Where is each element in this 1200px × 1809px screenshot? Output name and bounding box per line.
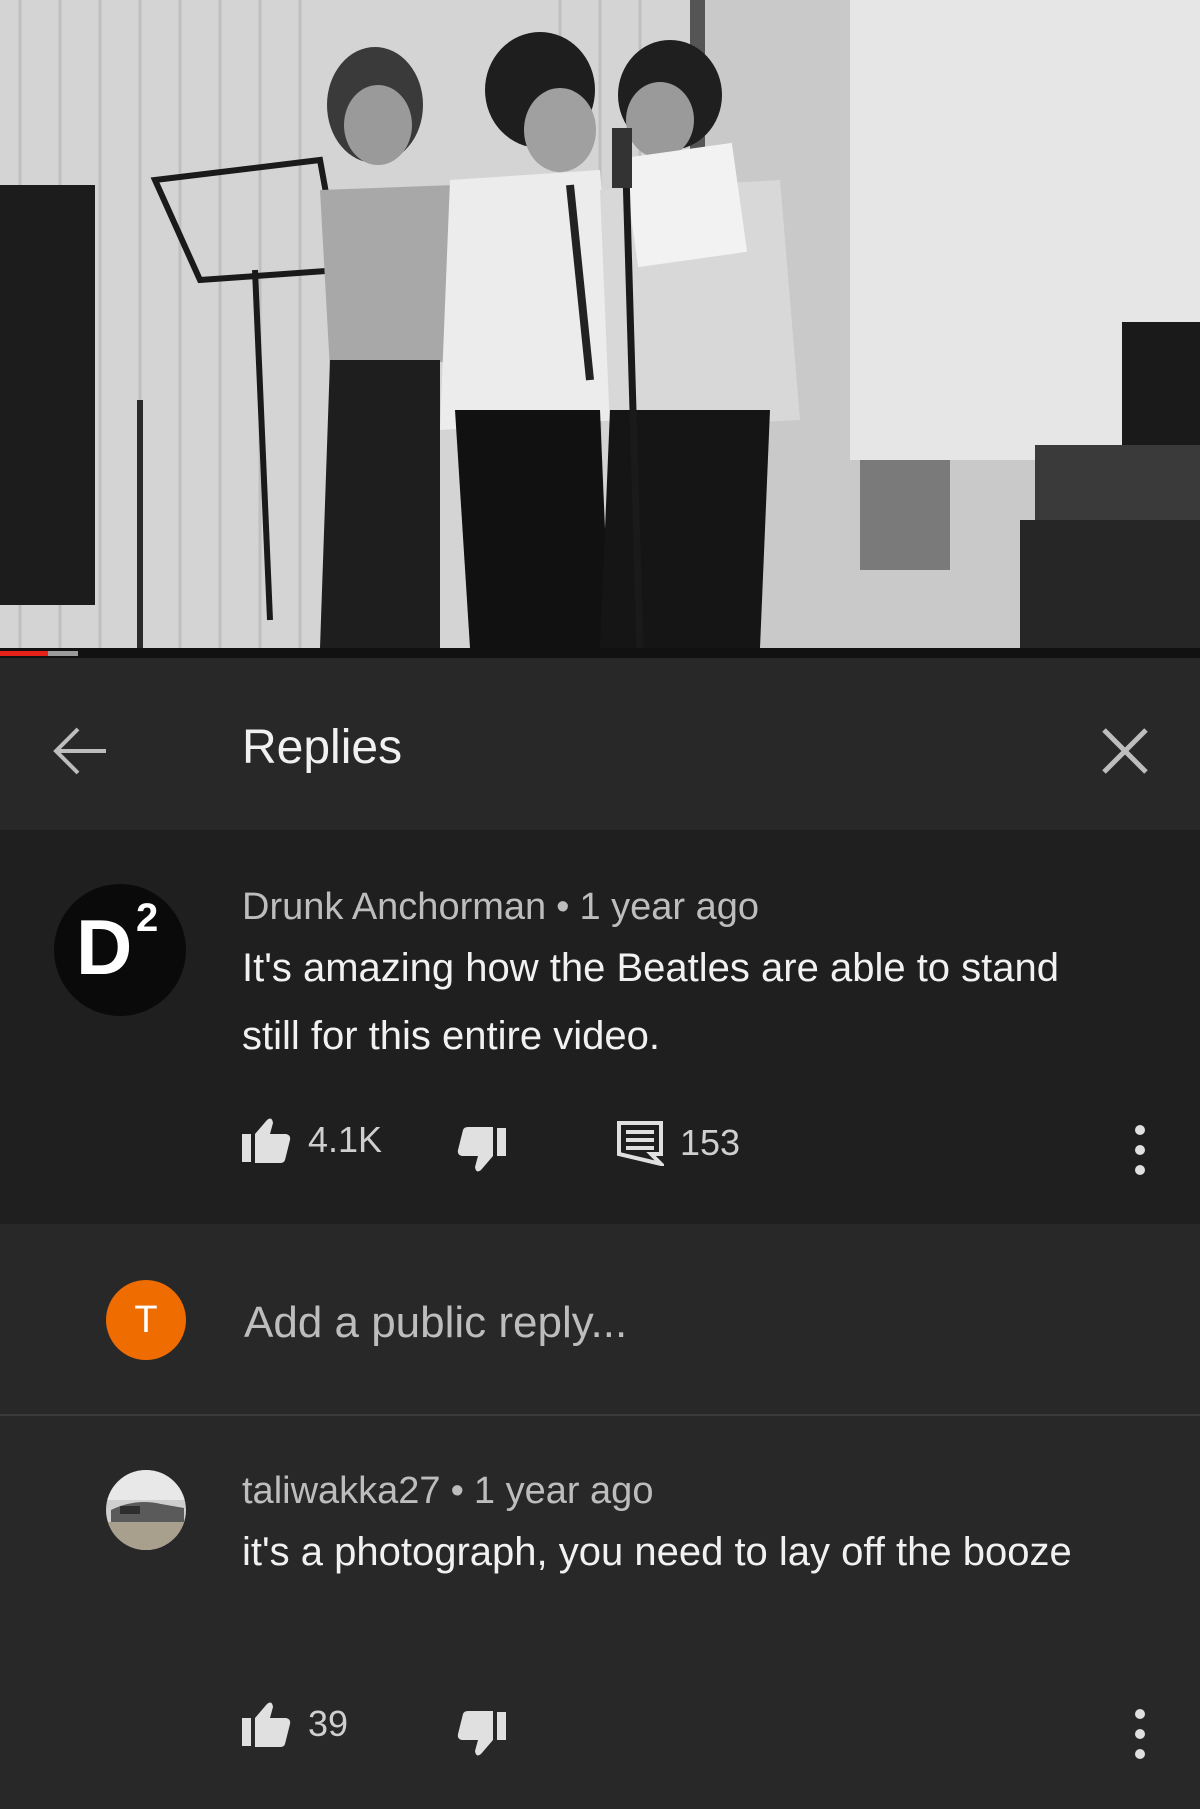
avatar-photo-icon [106, 1470, 186, 1550]
played-progress [0, 651, 48, 656]
like-count: 39 [308, 1703, 349, 1744]
buffered-progress [48, 651, 78, 656]
more-vert-icon [1135, 1709, 1145, 1759]
comment-meta: taliwakka27 • 1 year ago [242, 1470, 653, 1513]
original-comment: D 2 Drunk Anchorman • 1 year ago It's amaz… [0, 830, 1200, 1224]
like-count: 4.1K [308, 1119, 383, 1160]
comment-author[interactable]: Drunk Anchorman [242, 886, 546, 928]
comment-text: it's a photograph, you need to lay off t… [242, 1530, 1072, 1574]
page-title: Replies [242, 721, 403, 774]
video-player[interactable] [0, 0, 1200, 648]
reply-count: 153 [680, 1122, 741, 1163]
reply-count-button[interactable]: 153 [616, 1120, 740, 1166]
close-button[interactable] [1090, 716, 1160, 786]
arrow-left-icon [53, 727, 106, 775]
thumbs-up-icon [242, 1702, 291, 1747]
video-progress-bar[interactable] [0, 648, 1200, 658]
meta-separator: • [450, 1470, 464, 1512]
comment-text: It's amazing how the Beatles are able to… [242, 946, 1060, 1058]
more-options-button[interactable] [1122, 1120, 1158, 1180]
thumbs-up-icon [242, 1118, 291, 1163]
more-vert-icon [1135, 1125, 1145, 1175]
avatar[interactable] [106, 1470, 186, 1550]
reply-comment: taliwakka27 • 1 year ago it's a photograph… [0, 1416, 1200, 1809]
comment-time: 1 year ago [579, 886, 760, 928]
dislike-button[interactable] [456, 1710, 508, 1758]
user-avatar[interactable]: T [106, 1280, 186, 1360]
comment-time: 1 year ago [473, 1470, 654, 1512]
avatar-letter: D [76, 903, 132, 991]
dislike-button[interactable] [456, 1126, 508, 1174]
meta-separator: • [556, 886, 570, 928]
avatar[interactable]: D 2 [54, 884, 186, 1016]
back-button[interactable] [44, 716, 114, 786]
comment-author[interactable]: taliwakka27 [242, 1470, 441, 1512]
comment-meta: Drunk Anchorman • 1 year ago [242, 886, 759, 929]
like-button[interactable]: 4.1K [240, 1116, 382, 1164]
video-frame [0, 0, 1200, 648]
avatar-superscript: 2 [136, 896, 159, 940]
thumbs-down-icon [457, 1711, 506, 1756]
like-button[interactable]: 39 [240, 1700, 348, 1748]
reply-composer: T [0, 1224, 1200, 1416]
thumbs-down-icon [457, 1127, 506, 1172]
replies-header: Replies [0, 658, 1200, 830]
more-options-button[interactable] [1122, 1704, 1158, 1764]
reply-input[interactable] [242, 1292, 1046, 1354]
close-icon [1102, 728, 1148, 774]
comment-icon [617, 1121, 664, 1166]
